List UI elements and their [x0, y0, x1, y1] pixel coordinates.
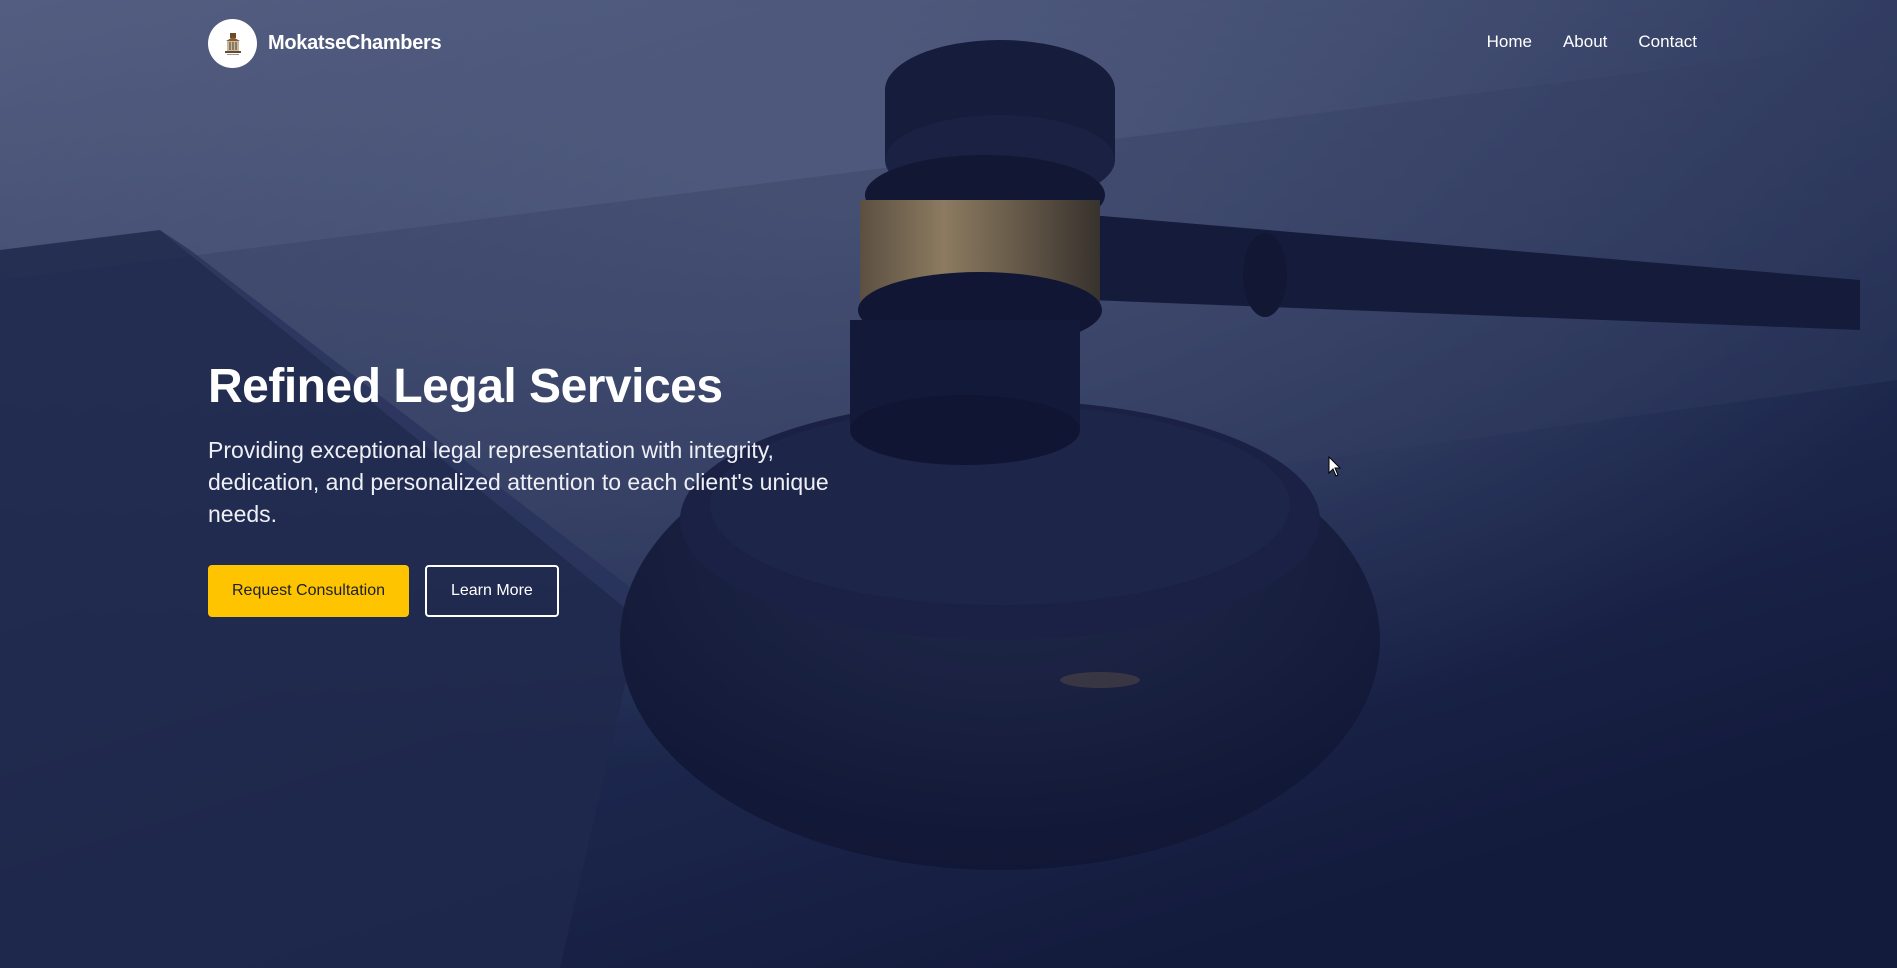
logo-badge — [208, 19, 257, 68]
nav-link-home[interactable]: Home — [1487, 32, 1532, 52]
top-navigation: MokatseChambers Home About Contact — [0, 0, 1897, 88]
brand-logo-link[interactable]: MokatseChambers — [208, 19, 442, 68]
nav-link-contact[interactable]: Contact — [1638, 32, 1697, 52]
hero-subtitle: Providing exceptional legal representati… — [208, 437, 829, 527]
hero-buttons: Request Consultation Learn More — [208, 565, 908, 617]
nav-links: Home About Contact — [1487, 32, 1697, 52]
learn-more-button[interactable]: Learn More — [424, 565, 559, 617]
hero-section: MokatseChambers Home About Contact Refin… — [0, 0, 1897, 968]
nav-link-about[interactable]: About — [1563, 32, 1607, 52]
mouse-cursor-icon — [1328, 456, 1342, 477]
request-consultation-button[interactable]: Request Consultation — [208, 565, 409, 617]
scale-building-logo-icon — [224, 32, 241, 55]
hero-title: Refined Legal Services — [208, 360, 723, 413]
hero-content: Refined Legal Services Providing excepti… — [208, 356, 908, 617]
brand-name: MokatseChambers — [268, 32, 442, 54]
